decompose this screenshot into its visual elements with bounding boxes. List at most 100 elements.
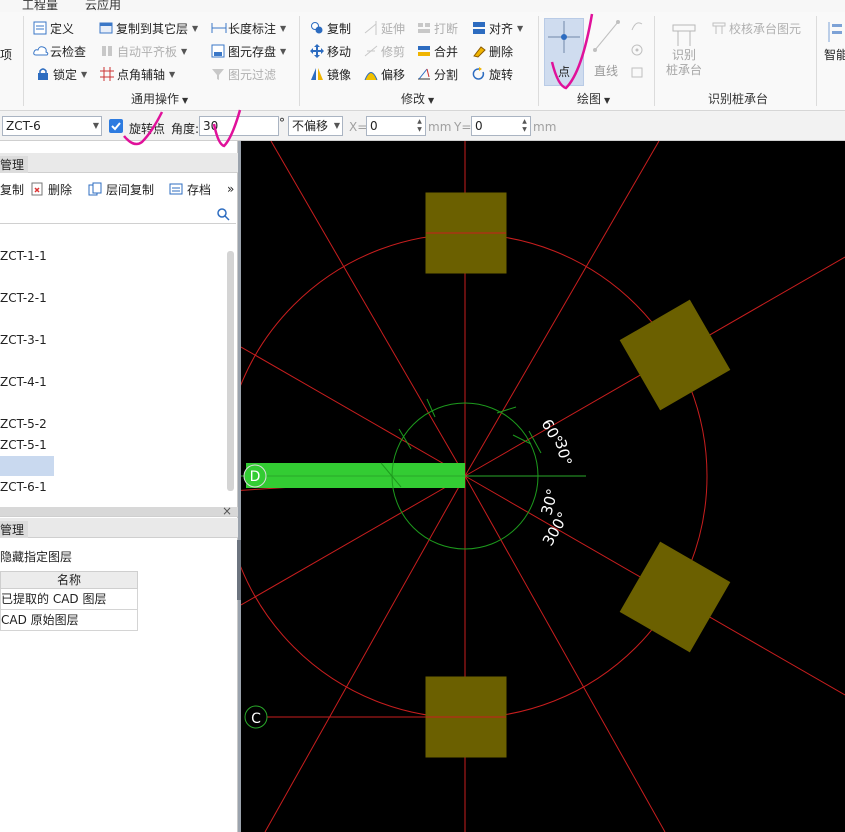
rotate-point-checkbox[interactable] <box>109 119 123 133</box>
identify-pile-cap-button[interactable]: 识别 桩承台 <box>662 22 706 78</box>
copy-to-other-layer-button[interactable]: 复制到其它层 ▼ <box>99 18 198 38</box>
line-icon <box>593 20 620 52</box>
merge-icon <box>417 44 431 58</box>
draw-point-button[interactable]: 点 <box>544 18 584 86</box>
chevron-down-icon: ▼ <box>92 121 99 130</box>
auto-align-slab-button[interactable]: 自动平齐板 ▼ <box>100 41 187 61</box>
copy-layer-icon <box>99 21 113 35</box>
element-select[interactable]: ZCT-6 ▼ <box>2 116 102 136</box>
merge-button[interactable]: 合并 <box>417 41 458 61</box>
rotate-point-label: 旋转点 <box>129 122 166 136</box>
search-input[interactable] <box>0 204 236 224</box>
save-icon <box>211 44 225 58</box>
list-item[interactable]: ZCT-4-1 <box>0 375 47 389</box>
offset-button[interactable]: 偏移 <box>364 64 405 84</box>
trim-button[interactable]: 修剪 <box>364 41 405 61</box>
axis-label-d: D <box>250 469 261 485</box>
ribbon: 项 定义 云检查 锁定 ▼ 复制到其它层 ▼ 自动平齐板 ▼ 点角辅轴 ▼ 长度标注 ▼ … <box>0 12 845 111</box>
element-filter-button[interactable]: 图元过滤 <box>211 64 276 84</box>
table-row[interactable]: CAD 原始图层 <box>0 610 138 631</box>
pile-caps <box>425 192 731 758</box>
dimension-icon <box>211 21 227 35</box>
component-list-panel: 管理 复制 删除 层间复制 存档 » ZCT-1-1 ZCT-2-1 ZCT-3… <box>0 141 238 832</box>
menu-item-cloud-app[interactable]: 云应用 <box>85 0 121 12</box>
property-toolbar: ZCT-6 ▼ 旋转点 角度: 30 ° 不偏移 ▼ X= 0 ▲ ▼ mm Y= 0 ▲… <box>0 112 845 141</box>
archive-icon <box>169 183 183 195</box>
angle-input[interactable]: 30 <box>199 116 279 136</box>
group-label-general: 通用操作 ▼ <box>131 92 189 106</box>
filter-icon <box>211 67 225 81</box>
define-icon <box>33 21 47 35</box>
align-button[interactable]: 对齐 ▼ <box>472 18 523 38</box>
axis-marker-c[interactable]: C <box>244 705 268 729</box>
length-dimension-button[interactable]: 长度标注 ▼ <box>211 18 286 38</box>
split-button[interactable]: 分割 <box>417 64 458 84</box>
panel-floor-copy-button[interactable]: 层间复制 <box>88 179 154 199</box>
axis-marker-d[interactable]: D <box>243 464 267 488</box>
list-item[interactable]: ZCT-5-1 <box>0 438 47 452</box>
break-icon <box>417 21 431 35</box>
close-icon[interactable]: × <box>222 504 232 518</box>
axis-icon <box>100 67 114 81</box>
element-save-button[interactable]: 图元存盘 ▼ <box>211 41 286 61</box>
layer-management-tab[interactable]: 管理 <box>0 518 238 538</box>
list-item[interactable]: ZCT-5-2 <box>0 417 47 431</box>
align-slab-icon <box>100 44 114 58</box>
table-header: 名称 <box>0 571 138 589</box>
move-button[interactable]: 移动 <box>310 41 351 61</box>
define-button[interactable]: 定义 <box>33 18 74 38</box>
list-scrollbar[interactable] <box>227 251 234 491</box>
copy-button[interactable]: 复制 <box>310 18 351 38</box>
extend-button[interactable]: 延伸 <box>364 18 405 38</box>
offset-icon <box>364 67 378 81</box>
spinner-icon[interactable]: ▲ ▼ <box>415 118 424 134</box>
y-offset-input[interactable]: 0 ▲ ▼ <box>471 116 531 136</box>
layer-table: 名称 已提取的 CAD 图层 CAD 原始图层 <box>0 571 138 631</box>
verify-icon <box>712 21 726 35</box>
panel-divider: × <box>0 504 238 518</box>
group-label-identify: 识别桩承台 <box>708 92 769 106</box>
pile-cap[interactable] <box>619 299 731 411</box>
pile-cap[interactable] <box>619 541 731 653</box>
panel-delete-button[interactable]: 删除 <box>30 179 72 199</box>
delete-button[interactable]: 删除 <box>472 41 513 61</box>
eraser-icon <box>472 44 486 58</box>
cloud-check-button[interactable]: 云检查 <box>33 41 86 61</box>
panel-archive-button[interactable]: 存档 <box>169 179 211 199</box>
component-management-tab[interactable]: 管理 <box>0 153 238 173</box>
angle-labels: 60° 30° 30° 300° <box>537 416 575 549</box>
smart-button[interactable]: 智能 <box>821 22 845 63</box>
trim-icon <box>364 44 378 58</box>
ribbon-left-cut-label: 项 <box>0 47 13 62</box>
break-button[interactable]: 打断 <box>417 18 458 38</box>
point-axis-button[interactable]: 点角辅轴 ▼ <box>100 64 175 84</box>
list-item[interactable]: ZCT-1-1 <box>0 249 47 263</box>
selected-list-item[interactable] <box>0 456 54 476</box>
menu-item-quantity[interactable]: 工程量 <box>22 0 58 12</box>
panel-more-icon[interactable]: » <box>227 179 234 199</box>
rotate-button[interactable]: 旋转 <box>472 64 513 84</box>
group-label-draw: 绘图 ▼ <box>577 92 611 106</box>
lock-button[interactable]: 锁定 ▼ <box>36 64 87 84</box>
mm-unit-x: mm <box>428 120 452 134</box>
lock-icon <box>36 67 50 81</box>
chevron-down-icon: ▼ <box>333 121 340 130</box>
drawing-canvas[interactable]: D C 60° 30° 30° 300° <box>241 141 845 832</box>
hide-layers-option[interactable]: 隐藏指定图层 <box>0 548 72 565</box>
x-offset-input[interactable]: 0 ▲ ▼ <box>366 116 426 136</box>
table-row[interactable]: 已提取的 CAD 图层 <box>0 589 138 610</box>
list-item[interactable]: ZCT-3-1 <box>0 333 47 347</box>
mirror-icon <box>310 67 324 81</box>
list-item[interactable]: ZCT-6-1 <box>0 480 47 494</box>
list-item[interactable]: ZCT-2-1 <box>0 291 47 305</box>
copy-icon <box>310 21 324 35</box>
spinner-icon[interactable]: ▲ ▼ <box>520 118 529 134</box>
cloud-icon <box>33 44 49 58</box>
draw-line-button[interactable]: 直线 <box>590 18 622 86</box>
offset-select[interactable]: 不偏移 ▼ <box>288 116 343 136</box>
mirror-button[interactable]: 镜像 <box>310 64 351 84</box>
delete-icon <box>31 182 43 196</box>
verify-pile-cap-button[interactable]: 校核承台图元 <box>712 18 801 38</box>
panel-copy-button[interactable]: 复制 <box>0 179 24 199</box>
mm-unit-y: mm <box>533 120 557 134</box>
